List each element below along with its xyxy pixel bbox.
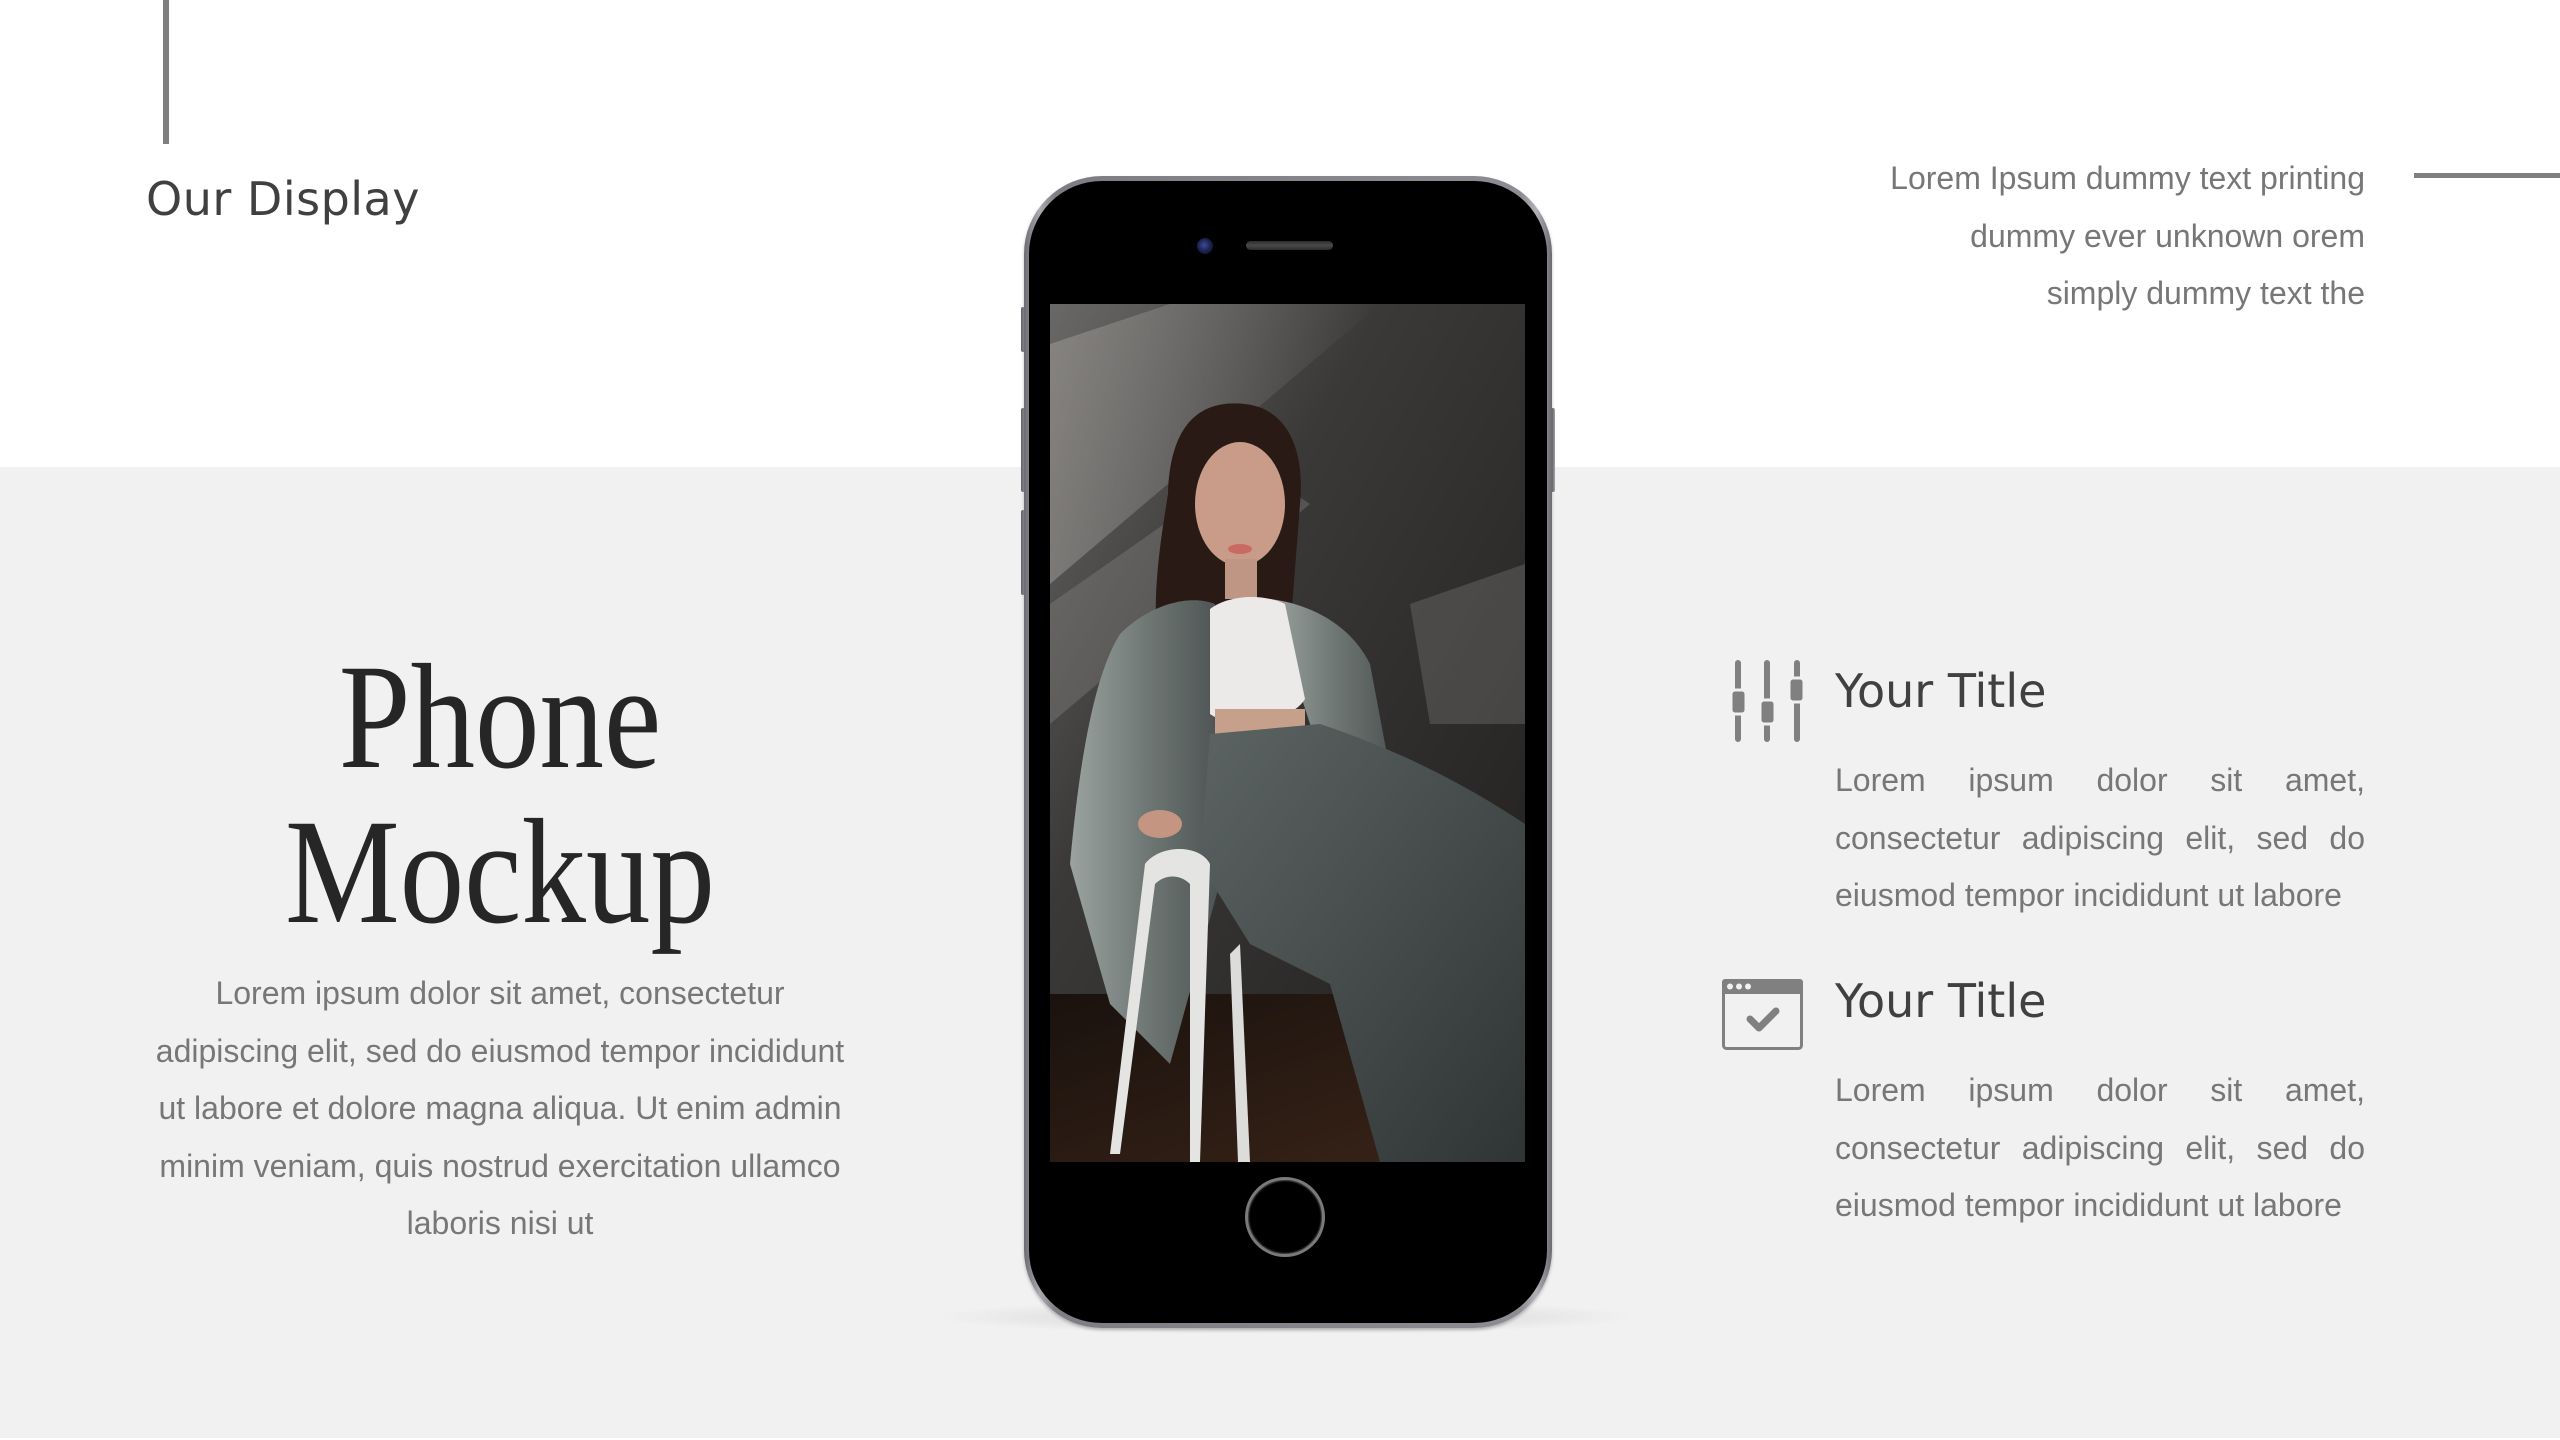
earpiece-speaker [1246, 241, 1333, 250]
sliders-icon [1729, 660, 1806, 747]
hero-title-line2: Mockup [285, 789, 715, 955]
photo-lips [1228, 544, 1252, 554]
hero-title: Phone Mockup [199, 640, 801, 950]
photo-hand [1138, 810, 1182, 838]
feature-description: Lorem ipsum dolor sit amet, consectetur … [1835, 762, 2365, 913]
feature-description: Lorem ipsum dolor sit amet, consectetur … [1835, 1072, 2365, 1223]
horizontal-accent-line [2414, 173, 2560, 178]
hero-title-line1: Phone [338, 634, 662, 800]
photo-illustration [1050, 304, 1525, 1162]
photo-neck [1225, 559, 1257, 599]
phone-screen-photo [1050, 304, 1525, 1162]
vertical-accent-line [163, 0, 169, 144]
feature-title: Your Title [1835, 664, 2047, 718]
section-title: Our Display [146, 172, 420, 226]
home-button [1245, 1177, 1325, 1257]
top-right-note: Lorem Ipsum dummy text printing dummy ev… [1890, 160, 2365, 311]
feature-title: Your Title [1835, 974, 2047, 1028]
hero-description: Lorem ipsum dolor sit amet, consectetur … [155, 975, 845, 1241]
front-camera-icon [1197, 238, 1213, 254]
browser-check-icon [1722, 979, 1803, 1055]
